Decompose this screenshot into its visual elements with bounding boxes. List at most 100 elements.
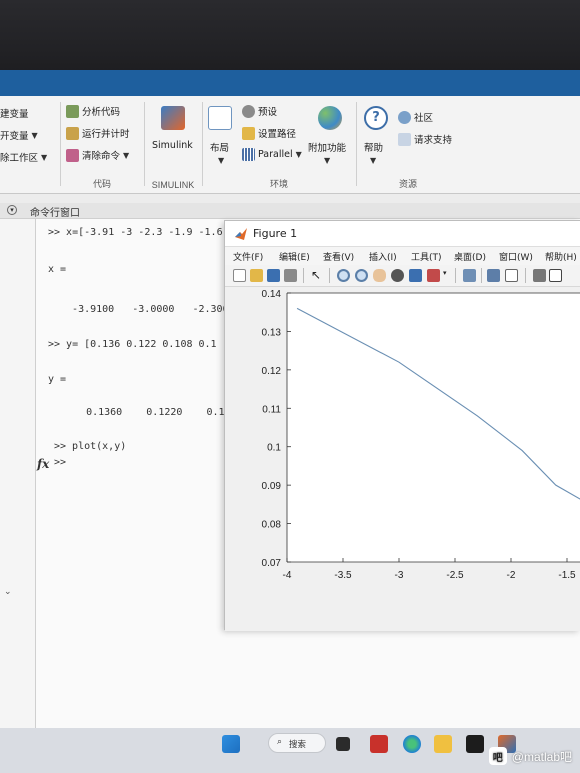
menu-help[interactable]: 帮助(H) bbox=[545, 250, 577, 263]
mcafee-icon[interactable] bbox=[370, 735, 388, 753]
run-and-time-button[interactable]: 运行并计时 bbox=[66, 126, 130, 140]
command-line: >> x=[-3.91 -3 -2.3 -1.9 -1.6 bbox=[48, 227, 223, 238]
taskbar-search[interactable]: ⌕ 搜索 bbox=[268, 733, 326, 753]
group-label-resources: 资源 bbox=[398, 179, 417, 189]
zoom-out-icon[interactable] bbox=[355, 269, 368, 282]
matlab-logo-icon bbox=[235, 228, 247, 240]
help-icon[interactable]: ? bbox=[364, 106, 388, 130]
toolbar-divider bbox=[329, 268, 330, 283]
data-cursor-icon[interactable] bbox=[409, 269, 422, 282]
line-plot[interactable]: 0.14 0.13 0.12 0.11 0.1 0.09 0.08 0.07-4 -3.5 -3 -… bbox=[225, 287, 580, 631]
add-ons-button[interactable]: 附加功能 bbox=[308, 140, 346, 154]
link-plot-icon[interactable] bbox=[463, 269, 476, 282]
windows-start-icon[interactable] bbox=[222, 735, 240, 753]
menu-file[interactable]: 文件(F) bbox=[233, 250, 263, 263]
output-line: y = bbox=[48, 374, 67, 385]
simulink-button[interactable]: Simulink bbox=[152, 140, 193, 151]
pointer-icon[interactable]: ↖ bbox=[311, 269, 324, 282]
menu-window[interactable]: 窗口(W) bbox=[499, 250, 533, 263]
menu-insert[interactable]: 插入(I) bbox=[369, 250, 397, 263]
y-tick-label: 0.1 bbox=[267, 443, 281, 454]
menu-tools[interactable]: 工具(T) bbox=[411, 250, 442, 263]
file-explorer-icon[interactable] bbox=[434, 735, 452, 753]
new-figure-icon[interactable] bbox=[233, 269, 246, 282]
menu-view[interactable]: 查看(V) bbox=[323, 250, 354, 263]
save-icon[interactable] bbox=[267, 269, 280, 282]
edge-browser-icon[interactable] bbox=[403, 735, 421, 753]
x-tick-label: -1.5 bbox=[558, 570, 576, 581]
community-button[interactable]: 社区 bbox=[398, 110, 433, 124]
chevron-down-icon[interactable]: ⌄ bbox=[4, 587, 12, 597]
legend-icon[interactable] bbox=[505, 269, 518, 282]
ribbon-divider bbox=[202, 102, 203, 186]
toolbar-divider bbox=[455, 268, 456, 283]
figure-title-bar: Figure 1 bbox=[225, 221, 580, 247]
new-variable-button[interactable]: 建变量 bbox=[0, 106, 29, 120]
clear-workspace-label: 除工作区 bbox=[0, 153, 39, 164]
preferences-label: 预设 bbox=[258, 107, 278, 118]
request-support-button[interactable]: 请求支持 bbox=[398, 132, 452, 146]
open-folder-icon[interactable] bbox=[250, 269, 263, 282]
simulink-icon[interactable] bbox=[161, 106, 185, 130]
parallel-icon bbox=[242, 148, 255, 161]
community-icon bbox=[398, 110, 411, 124]
menu-desktop[interactable]: 桌面(D) bbox=[454, 250, 486, 263]
pan-hand-icon[interactable] bbox=[373, 269, 386, 282]
search-label: 搜索 bbox=[289, 740, 307, 750]
command-prompt[interactable]: >> bbox=[54, 457, 66, 468]
x-tick-label: -3 bbox=[395, 570, 404, 581]
output-line: x = bbox=[48, 264, 67, 275]
function-browser-icon[interactable]: fx bbox=[37, 457, 49, 471]
x-tick-label: -4 bbox=[283, 570, 292, 581]
clear-commands-button[interactable]: 清除命令 ▼ bbox=[66, 148, 129, 162]
stopwatch-icon bbox=[66, 126, 79, 140]
rotate-3d-icon[interactable] bbox=[391, 269, 404, 282]
parallel-button[interactable]: Parallel ▼ bbox=[242, 148, 302, 161]
photo-bezel bbox=[0, 0, 580, 78]
x-tick-label: -2.5 bbox=[446, 570, 464, 581]
analyze-code-button[interactable]: 分析代码 bbox=[66, 104, 120, 118]
group-label-environment: 环境 bbox=[269, 179, 288, 189]
open-variable-button[interactable]: 开变量 ▼ bbox=[0, 128, 38, 143]
request-support-label: 请求支持 bbox=[414, 135, 453, 146]
store-icon[interactable] bbox=[466, 735, 484, 753]
menu-edit[interactable]: 编辑(E) bbox=[279, 250, 310, 263]
layout-icon[interactable] bbox=[208, 106, 232, 130]
output-line: 0.1360 0.1220 0.108 bbox=[62, 407, 237, 418]
chevron-down-icon[interactable]: ▼ bbox=[370, 156, 376, 165]
preferences-button[interactable]: 预设 bbox=[242, 104, 277, 118]
clear-workspace-button[interactable]: 除工作区 ▼ bbox=[0, 150, 47, 165]
add-ons-label: 附加功能 bbox=[308, 143, 347, 154]
chevron-down-icon: ▼ bbox=[295, 150, 302, 159]
clear-commands-label: 清除命令 bbox=[82, 151, 121, 162]
add-ons-icon[interactable] bbox=[318, 106, 342, 130]
help-button[interactable]: 帮助 bbox=[364, 140, 383, 154]
colorbar-icon[interactable] bbox=[487, 269, 500, 282]
brush-icon[interactable] bbox=[427, 269, 440, 282]
ribbon-divider bbox=[356, 102, 357, 186]
collapse-icon[interactable]: ▾ bbox=[7, 205, 17, 215]
command-window-header: ▾ 命令行窗口 bbox=[0, 203, 580, 219]
property-editor-icon[interactable] bbox=[533, 269, 546, 282]
chevron-down-icon[interactable]: ▼ bbox=[218, 156, 224, 165]
ribbon-group-simulink: Simulink SIMULINK bbox=[146, 96, 200, 194]
x-tick-label: -3.5 bbox=[334, 570, 352, 581]
ribbon-divider bbox=[144, 102, 145, 186]
run-and-time-label: 运行并计时 bbox=[82, 129, 130, 140]
set-path-button[interactable]: 设置路径 bbox=[242, 126, 296, 140]
dock-icon[interactable] bbox=[549, 269, 562, 282]
figure-title: Figure 1 bbox=[253, 227, 298, 240]
new-variable-label: 建变量 bbox=[0, 109, 29, 120]
toolbar-divider bbox=[525, 268, 526, 283]
chevron-down-icon[interactable]: ▼ bbox=[324, 156, 330, 165]
analyze-code-icon bbox=[66, 104, 79, 118]
ribbon-group-resources: ? 帮助 ▼ 社区 请求支持 资源 bbox=[358, 96, 458, 194]
chevron-down-icon[interactable]: ▾ bbox=[443, 269, 449, 282]
print-icon[interactable] bbox=[284, 269, 297, 282]
zoom-in-icon[interactable] bbox=[337, 269, 350, 282]
layout-button[interactable]: 布局 bbox=[210, 140, 229, 154]
y-tick-label: 0.07 bbox=[262, 558, 282, 569]
gear-icon bbox=[242, 104, 255, 118]
figure-canvas[interactable]: 0.14 0.13 0.12 0.11 0.1 0.09 0.08 0.07 -4 -3.5 -3 -… bbox=[225, 287, 580, 631]
task-view-icon[interactable] bbox=[336, 737, 350, 751]
